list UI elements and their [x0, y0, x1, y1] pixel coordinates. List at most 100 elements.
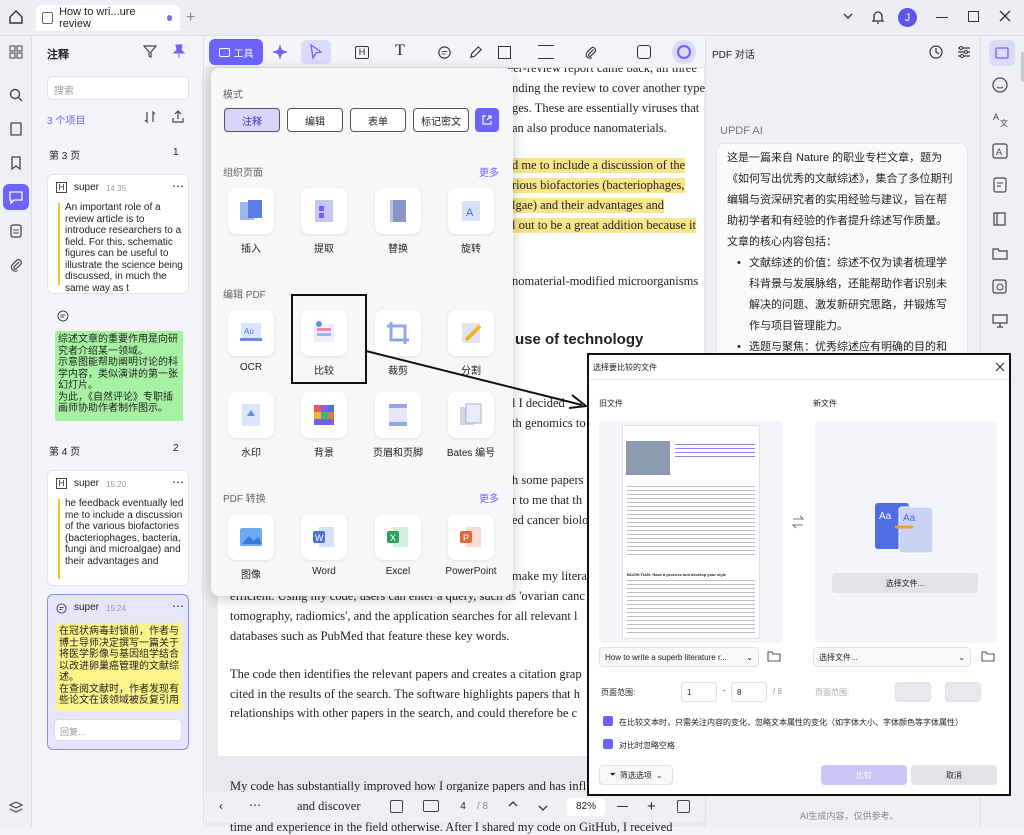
rotate-page-tool[interactable]: A 旋转 — [441, 188, 501, 255]
folder-icon[interactable] — [981, 650, 995, 662]
close-button[interactable] — [998, 9, 1012, 23]
comment-panel-icon[interactable] — [3, 184, 29, 210]
old-file-select[interactable]: How to write a superb literature r... ⌄ — [599, 647, 759, 667]
cancel-button[interactable]: 取消 — [911, 765, 997, 785]
choose-file-button[interactable]: 选择文件... — [832, 573, 978, 593]
page-4-count[interactable]: 2 — [173, 443, 179, 454]
layers-icon[interactable] — [6, 798, 26, 818]
folder-add-icon[interactable] — [991, 244, 1013, 266]
search-icon[interactable] — [6, 85, 26, 105]
dialog-close-icon[interactable] — [995, 362, 1005, 372]
mode-form-button[interactable]: 表单 — [350, 108, 406, 132]
old-page-from-input[interactable]: 1 — [681, 682, 717, 702]
settings-icon[interactable] — [956, 44, 972, 60]
convert-more-link[interactable]: 更多 — [479, 490, 499, 505]
text-translate-icon[interactable]: A — [991, 142, 1013, 164]
more-icon[interactable]: ⋯ — [172, 475, 184, 489]
doc-line-highlighted[interactable]: lgae) and their advantages and — [512, 198, 665, 213]
mode-annotate-button[interactable]: 注释 — [224, 108, 280, 132]
watermark-tool[interactable]: 水印 — [221, 392, 281, 459]
new-file-select[interactable]: 选择文件... ⌄ — [813, 647, 971, 667]
pages-icon[interactable] — [390, 800, 403, 813]
new-tab-button[interactable]: + — [186, 9, 195, 27]
comment-tool-icon[interactable] — [437, 45, 452, 60]
image-search-icon[interactable] — [991, 278, 1013, 300]
history-icon[interactable] — [928, 44, 944, 60]
pen-tool-icon[interactable] — [468, 45, 483, 60]
page-number-input[interactable]: 4 — [453, 798, 473, 816]
paperclip-icon[interactable] — [583, 45, 598, 60]
sticky-note[interactable]: 综述文章的重要作用是向研究者介绍某一领域。 示意图能帮助阐明讨论的科学内容，类似… — [55, 331, 183, 421]
organize-more-link[interactable]: 更多 — [479, 164, 499, 179]
doc-line-highlighted[interactable]: rious biofactories (bacteriophages, — [512, 178, 685, 193]
summary-icon[interactable] — [991, 176, 1013, 198]
ocr-tool[interactable]: Ao OCR — [221, 310, 281, 373]
zoom-out-icon[interactable] — [617, 806, 628, 808]
page-3-count[interactable]: 1 — [173, 147, 179, 158]
more-icon[interactable]: ⋯ — [172, 599, 184, 613]
doc-line-highlighted[interactable]: l out to be a great addition because it — [512, 218, 696, 233]
more-icon[interactable]: ⋯ — [172, 179, 184, 193]
doc-line-highlighted[interactable]: d me to include a discussion of the — [512, 158, 686, 173]
text-tool-icon[interactable]: T — [395, 42, 405, 60]
mode-redact-button[interactable]: 标记密文 — [413, 108, 469, 132]
sort-icon[interactable] — [143, 110, 157, 124]
swap-icon[interactable] — [791, 515, 805, 529]
search-input[interactable]: 搜索 — [47, 76, 189, 100]
ai-sparkle-icon[interactable] — [271, 42, 291, 62]
avatar[interactable]: J — [898, 8, 917, 27]
document-tab[interactable]: How to wri...ure review — [36, 5, 180, 31]
bookmark-icon[interactable] — [6, 153, 26, 173]
mode-edit-button[interactable]: 编辑 — [287, 108, 343, 132]
external-link-button[interactable] — [475, 108, 499, 132]
heading-tool-icon[interactable]: H — [355, 46, 369, 59]
minimize-button[interactable] — [936, 17, 948, 18]
zoom-level[interactable]: 82% — [567, 798, 605, 816]
comment-card-selected[interactable]: super 15:24 ⋯ 在冠状病毒封锁前，作者与博士导师决定撰写一篇关于将医… — [47, 594, 189, 750]
shape-tool-icon[interactable] — [498, 46, 511, 59]
smile-icon[interactable] — [991, 76, 1013, 98]
export-icon[interactable] — [171, 110, 185, 124]
extract-page-tool[interactable]: 提取 — [294, 188, 354, 255]
tools-button[interactable]: 工具 — [209, 39, 263, 65]
page-icon[interactable] — [6, 119, 26, 139]
book-icon[interactable] — [991, 210, 1013, 232]
ignore-spaces-checkbox[interactable] — [603, 739, 613, 749]
zoom-in-icon[interactable]: + — [647, 798, 656, 815]
filter-options-button[interactable]: ⏷ 筛选选项 ⌄ — [599, 765, 673, 785]
filter-icon[interactable] — [143, 44, 157, 58]
ignore-text-attributes-checkbox[interactable] — [603, 716, 613, 726]
convert-powerpoint-tool[interactable]: P PowerPoint — [441, 514, 501, 577]
pin-icon[interactable] — [172, 44, 186, 58]
home-icon[interactable] — [8, 9, 24, 25]
convert-excel-tool[interactable]: X Excel — [368, 514, 428, 577]
folder-icon[interactable] — [767, 650, 781, 662]
comment-card[interactable]: H super 15:20 ⋯ he feedback eventually l… — [47, 470, 189, 586]
replace-page-tool[interactable]: 替换 — [368, 188, 428, 255]
chevron-down-icon[interactable] — [842, 10, 854, 22]
thumbnails-icon[interactable] — [6, 42, 26, 62]
background-tool[interactable]: 背景 — [294, 392, 354, 459]
reply-input[interactable]: 回复... — [54, 719, 182, 741]
chat-panel-icon[interactable] — [989, 40, 1015, 66]
stamp-tool-icon[interactable] — [637, 45, 651, 59]
presentation-icon[interactable] — [991, 312, 1013, 334]
paperclip-icon[interactable] — [6, 255, 26, 275]
prev-page-icon[interactable]: ‹ — [219, 799, 223, 813]
maximize-button[interactable] — [968, 11, 979, 22]
insert-page-tool[interactable]: 插入 — [221, 188, 281, 255]
page-up-icon[interactable] — [507, 798, 519, 810]
measure-tool-icon[interactable] — [538, 45, 554, 59]
attachment-list-icon[interactable] — [6, 221, 26, 241]
presentation-icon[interactable] — [423, 800, 439, 812]
compare-button[interactable]: 比较 — [821, 765, 907, 785]
page-down-icon[interactable] — [537, 802, 549, 814]
more-icon[interactable]: ⋯ — [249, 798, 261, 812]
convert-image-tool[interactable]: 图像 — [221, 514, 281, 581]
convert-word-tool[interactable]: W Word — [294, 514, 354, 577]
ai-assistant-button[interactable] — [672, 40, 696, 64]
select-tool-button[interactable] — [301, 40, 331, 64]
comment-card[interactable]: H super 14:35 ⋯ An important role of a r… — [47, 174, 189, 294]
bell-icon[interactable] — [870, 9, 886, 25]
old-page-to-input[interactable]: 8 — [731, 682, 767, 702]
